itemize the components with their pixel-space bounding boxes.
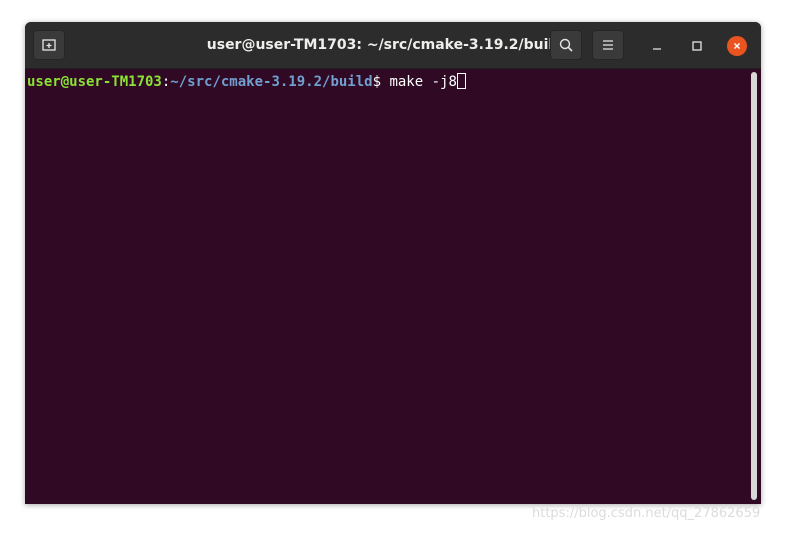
search-button[interactable] [550,30,582,60]
menu-button[interactable] [592,30,624,60]
window-title: user@user-TM1703: ~/src/cmake-3.19.2/bui… [206,37,564,53]
search-icon [558,37,574,53]
maximize-button[interactable] [687,36,707,56]
hamburger-menu-icon [600,37,616,53]
scrollbar[interactable] [751,72,757,500]
prompt-path: ~/src/cmake-3.19.2/build [170,74,373,90]
prompt-line: user@user-TM1703:~/src/cmake-3.19.2/buil… [27,73,466,91]
minimize-icon [651,37,663,56]
maximize-icon [691,37,703,56]
watermark: https://blog.csdn.net/qq_27862659 [532,506,761,521]
close-icon [731,37,743,56]
new-tab-icon [41,37,57,53]
scrollbar-thumb[interactable] [751,72,757,500]
minimize-button[interactable] [647,36,667,56]
text-cursor [456,73,466,89]
titlebar: user@user-TM1703: ~/src/cmake-3.19.2/bui… [25,22,761,69]
page: user@user-TM1703: ~/src/cmake-3.19.2/bui… [0,0,786,533]
new-tab-button[interactable] [33,30,65,60]
close-button[interactable] [727,36,747,56]
terminal-area[interactable]: user@user-TM1703:~/src/cmake-3.19.2/buil… [25,69,761,504]
command-text: make -j8 [389,74,457,90]
prompt-symbol: $ [372,74,390,90]
prompt-user-host: user@user-TM1703 [27,74,162,90]
terminal-window: user@user-TM1703: ~/src/cmake-3.19.2/bui… [25,22,761,504]
